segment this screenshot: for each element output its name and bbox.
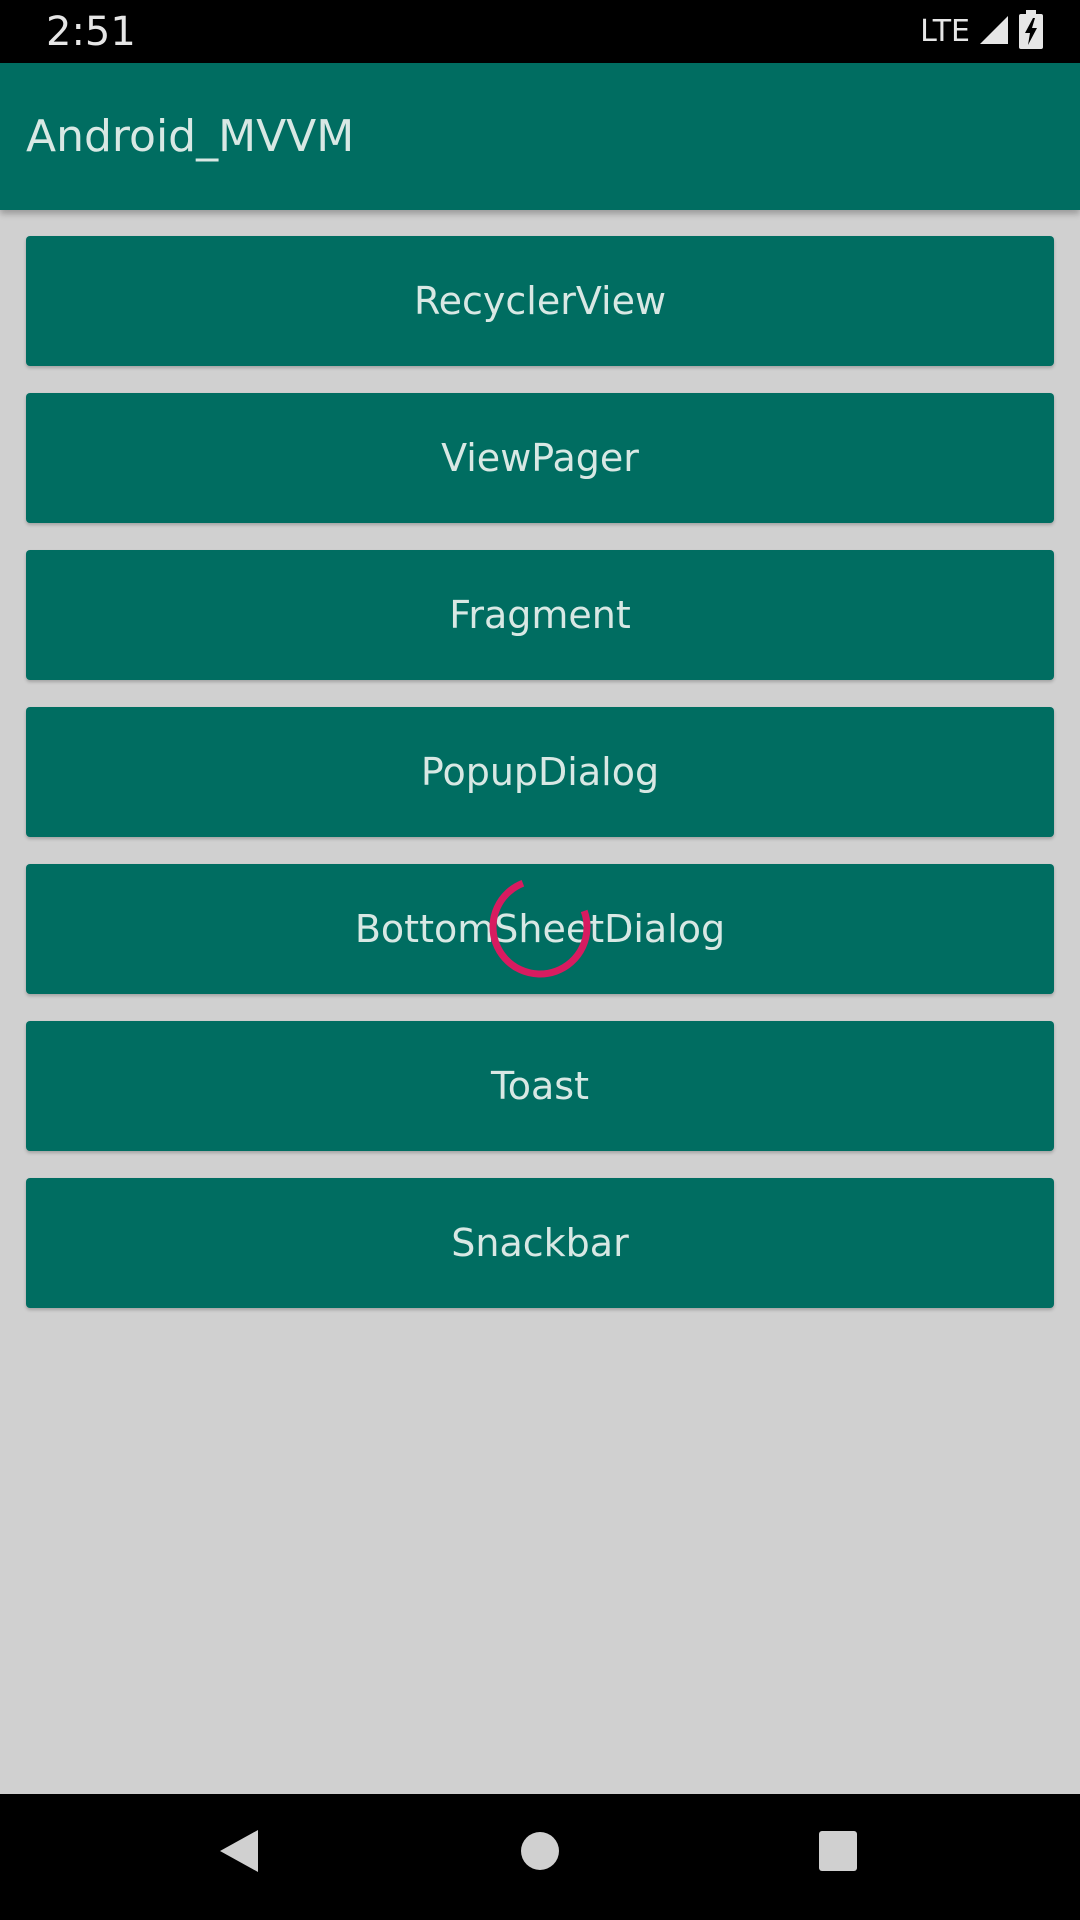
button-list: RecyclerView ViewPager Fragment PopupDia… [0,210,1080,1794]
toast-button[interactable]: Toast [26,1021,1054,1151]
recents-icon[interactable] [816,1826,860,1880]
network-type: LTE [920,14,970,49]
viewpager-button[interactable]: ViewPager [26,393,1054,523]
loading-spinner-icon [489,876,591,978]
app-bar: Android_MVVM [0,63,1080,210]
status-icons: LTE [920,10,1044,54]
home-icon[interactable] [518,1826,562,1880]
app-title: Android_MVVM [26,111,355,162]
battery-charging-icon [1018,10,1044,54]
signal-icon [978,14,1010,50]
recyclerview-button[interactable]: RecyclerView [26,236,1054,366]
status-bar: 2:51 LTE [0,0,1080,63]
fragment-button[interactable]: Fragment [26,550,1054,680]
navigation-bar [0,1794,1080,1920]
back-icon[interactable] [216,1826,262,1880]
screen: 2:51 LTE Android_MVVM RecyclerView ViewP… [0,0,1080,1920]
snackbar-button[interactable]: Snackbar [26,1178,1054,1308]
popupdialog-button[interactable]: PopupDialog [26,707,1054,837]
status-time: 2:51 [46,9,136,55]
